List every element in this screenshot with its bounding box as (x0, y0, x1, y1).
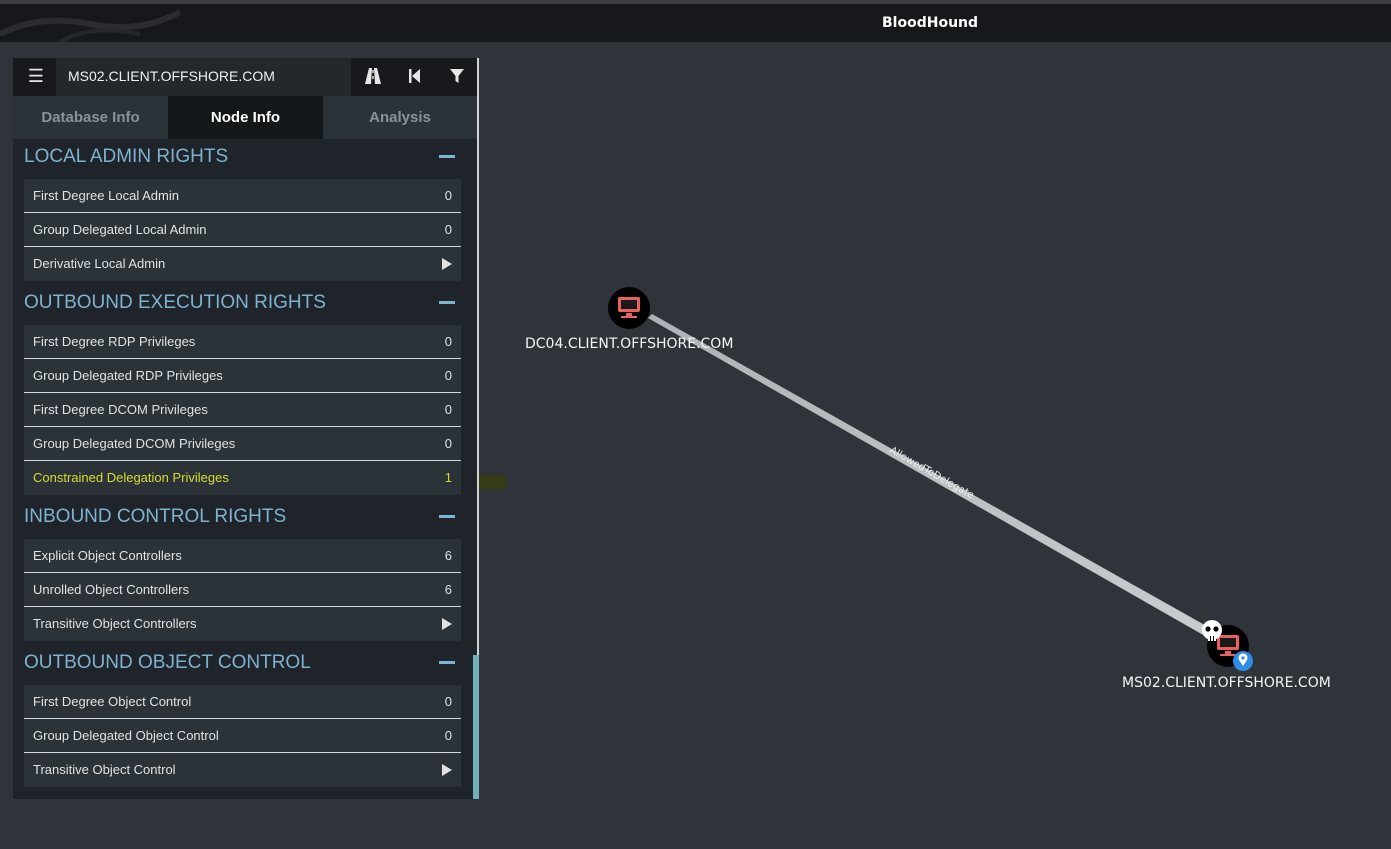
road-icon[interactable] (362, 66, 384, 86)
row-value: 0 (444, 436, 452, 451)
expand-arrow-icon[interactable] (442, 764, 452, 776)
tab-database-info[interactable]: Database Info (13, 96, 168, 139)
node-info-content: LOCAL ADMIN RIGHTS First Degree Local Ad… (24, 139, 461, 787)
node-label-dc04[interactable]: DC04.CLIENT.OFFSHORE.COM (525, 336, 733, 352)
list-item[interactable]: Constrained Delegation Privileges 1 (24, 461, 461, 495)
scrollbar-thumb[interactable] (473, 655, 479, 799)
list-item[interactable]: Explicit Object Controllers 6 (24, 539, 461, 573)
row-value: 0 (444, 222, 452, 237)
collapse-icon[interactable] (439, 301, 455, 304)
tab-analysis[interactable]: Analysis (323, 96, 477, 139)
row-label: Constrained Delegation Privileges (33, 470, 229, 485)
filter-icon[interactable] (446, 66, 468, 86)
edge-label: AllowedToDelegate (888, 445, 976, 501)
list-item[interactable]: Derivative Local Admin (24, 247, 461, 281)
title-bar: BloodHound (0, 0, 1391, 42)
tab-node-info[interactable]: Node Info (168, 96, 323, 139)
search-input[interactable]: MS02.CLIENT.OFFSHORE.COM (56, 58, 351, 96)
location-pin-icon (1233, 651, 1253, 671)
search-bar: ☰ MS02.CLIENT.OFFSHORE.COM (13, 58, 477, 96)
row-label: Derivative Local Admin (33, 256, 166, 271)
section-outbound-execution-rights[interactable]: OUTBOUND EXECUTION RIGHTS (24, 285, 461, 325)
hamburger-icon[interactable]: ☰ (25, 65, 47, 87)
side-panel: ☰ MS02.CLIENT.OFFSHORE.COM Database Info… (13, 58, 479, 799)
section-title: LOCAL ADMIN RIGHTS (24, 146, 229, 167)
row-label: Group Delegated Object Control (33, 728, 219, 743)
row-value: 0 (444, 728, 452, 743)
section-rows: First Degree Object Control 0 Group Deleg… (24, 685, 461, 787)
list-item[interactable]: Transitive Object Controllers (24, 607, 461, 641)
section-rows: First Degree RDP Privileges 0 Group Deleg… (24, 325, 461, 495)
collapse-icon[interactable] (439, 661, 455, 664)
row-label: Group Delegated RDP Privileges (33, 368, 223, 383)
row-value: 0 (444, 402, 452, 417)
row-value: 0 (444, 368, 452, 383)
section-title: OUTBOUND OBJECT CONTROL (24, 652, 311, 673)
section-title: INBOUND CONTROL RIGHTS (24, 506, 287, 527)
row-label: Transitive Object Control (33, 762, 176, 777)
node-label-ms02[interactable]: MS02.CLIENT.OFFSHORE.COM (1122, 675, 1331, 691)
list-item[interactable]: Group Delegated RDP Privileges 0 (24, 359, 461, 393)
list-item[interactable]: Transitive Object Control (24, 753, 461, 787)
row-label: Transitive Object Controllers (33, 616, 197, 631)
collapse-icon[interactable] (439, 155, 455, 158)
dragon-logo-icon (0, 9, 182, 42)
graph-canvas[interactable]: AllowedToDelegate (480, 42, 1391, 849)
row-label: First Degree Object Control (33, 694, 192, 709)
section-inbound-control-rights[interactable]: INBOUND CONTROL RIGHTS (24, 499, 461, 539)
row-value: 1 (444, 470, 452, 485)
list-item[interactable]: Unrolled Object Controllers 6 (24, 573, 461, 607)
graph-node-dc04[interactable] (608, 287, 650, 329)
list-item[interactable]: Group Delegated Local Admin 0 (24, 213, 461, 247)
row-value: 0 (444, 334, 452, 349)
row-label: First Degree RDP Privileges (33, 334, 196, 349)
row-label: Explicit Object Controllers (33, 548, 182, 563)
section-local-admin-rights[interactable]: LOCAL ADMIN RIGHTS (24, 139, 461, 179)
list-item[interactable]: First Degree RDP Privileges 0 (24, 325, 461, 359)
list-item[interactable]: First Degree Object Control 0 (24, 685, 461, 719)
list-item[interactable]: First Degree Local Admin 0 (24, 179, 461, 213)
list-item[interactable]: Group Delegated DCOM Privileges 0 (24, 427, 461, 461)
row-label: Group Delegated DCOM Privileges (33, 436, 236, 451)
row-value: 6 (444, 548, 452, 563)
app-title: BloodHound (882, 15, 979, 31)
row-value: 0 (444, 694, 452, 709)
row-label: Group Delegated Local Admin (33, 222, 207, 237)
row-label: First Degree Local Admin (33, 188, 179, 203)
expand-arrow-icon[interactable] (442, 258, 452, 270)
collapse-icon[interactable] (439, 515, 455, 518)
row-label: Unrolled Object Controllers (33, 582, 190, 597)
expand-arrow-icon[interactable] (442, 618, 452, 630)
row-label: First Degree DCOM Privileges (33, 402, 208, 417)
skip-back-icon[interactable] (404, 66, 426, 86)
row-value: 0 (444, 188, 452, 203)
section-title: OUTBOUND EXECUTION RIGHTS (24, 292, 326, 313)
graph-node-ms02[interactable] (1202, 620, 1253, 671)
section-rows: First Degree Local Admin 0 Group Delegate… (24, 179, 461, 281)
list-item[interactable]: Group Delegated Object Control 0 (24, 719, 461, 753)
section-rows: Explicit Object Controllers 6 Unrolled Ob… (24, 539, 461, 641)
tab-bar: Database Info Node Info Analysis (13, 96, 477, 139)
list-item[interactable]: First Degree DCOM Privileges 0 (24, 393, 461, 427)
section-outbound-object-control[interactable]: OUTBOUND OBJECT CONTROL (24, 645, 461, 685)
row-value: 6 (444, 582, 452, 597)
